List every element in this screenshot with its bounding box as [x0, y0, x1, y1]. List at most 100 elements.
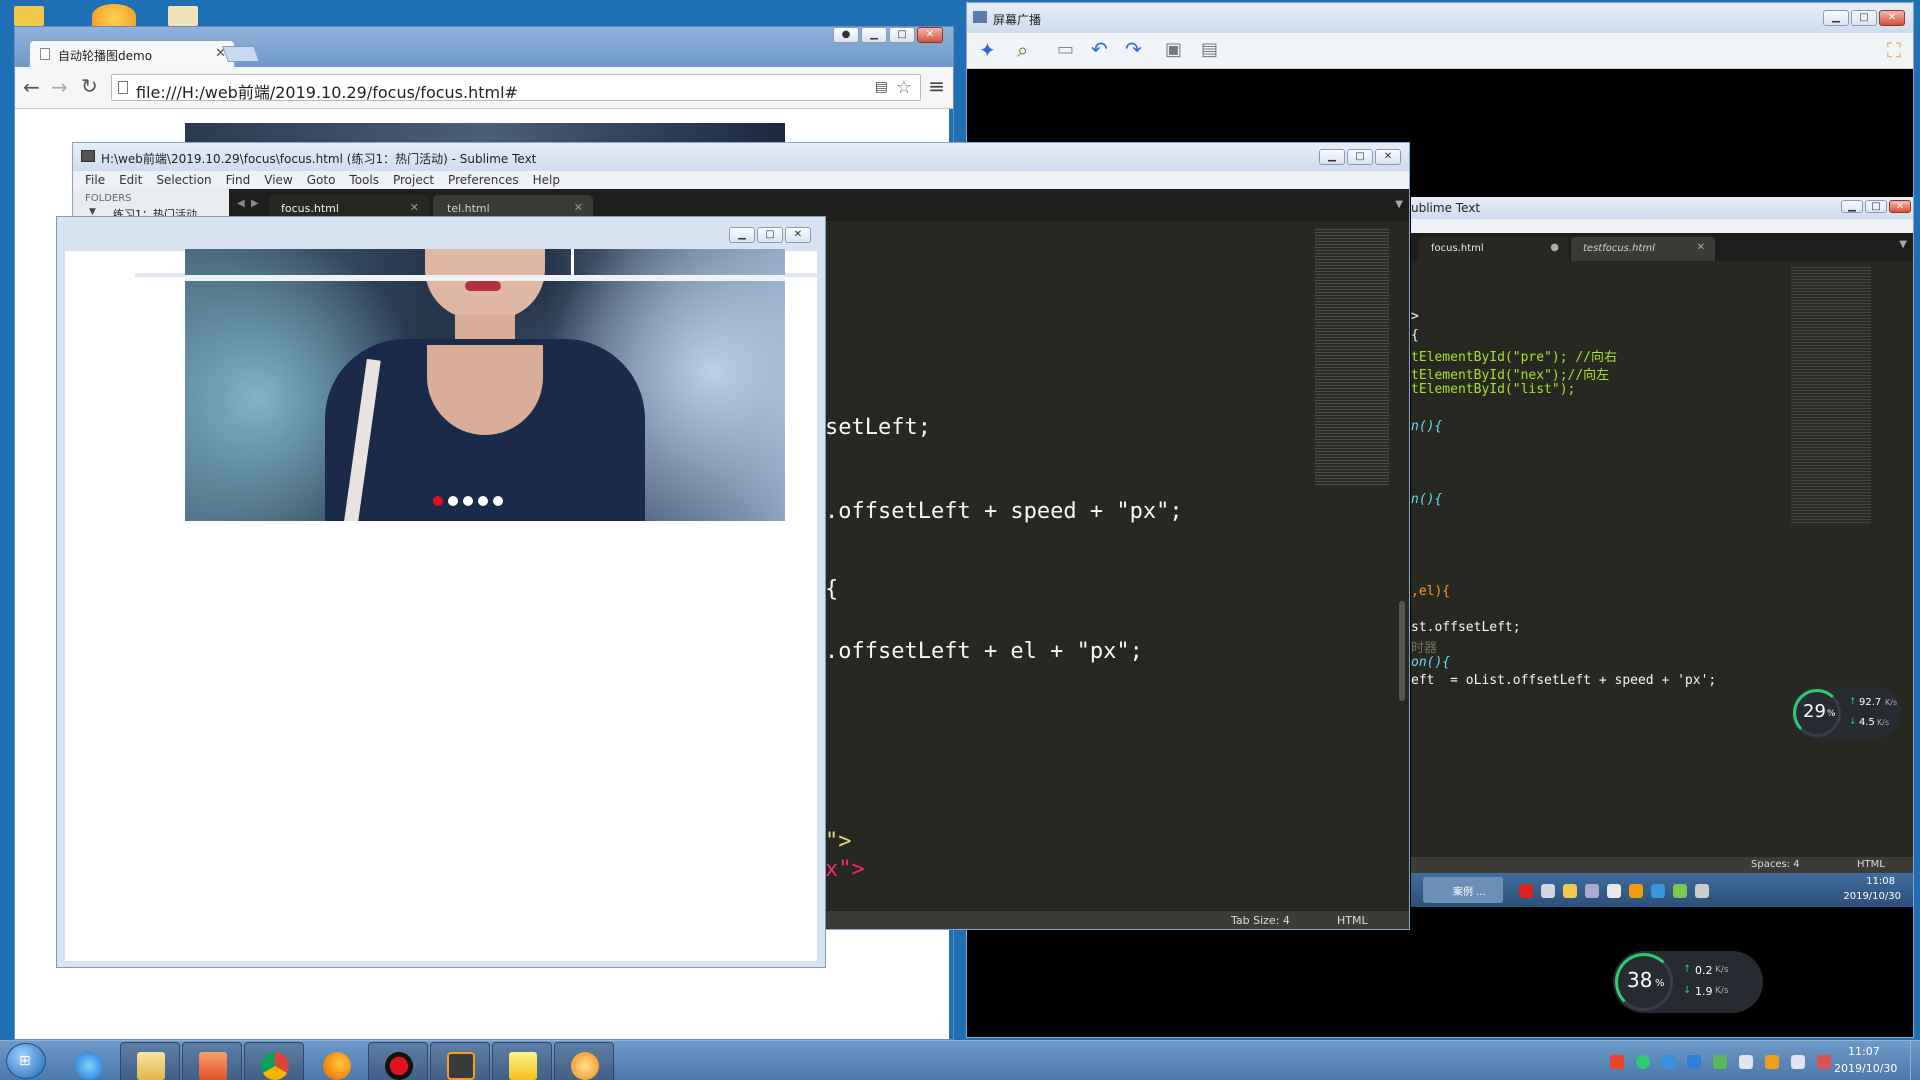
mirrored-tab-focus[interactable]: focus.html ● [1419, 237, 1569, 261]
close-button[interactable]: ✕ [1879, 10, 1905, 26]
app-tray-icon[interactable] [1764, 1054, 1779, 1069]
user-icon[interactable]: ● [833, 27, 859, 43]
taskbar-recorder[interactable] [368, 1042, 428, 1080]
volume-icon[interactable] [1790, 1054, 1805, 1069]
mirrored-tab-testfocus[interactable]: testfocus.html ✕ [1571, 237, 1715, 261]
netmon-large-down-unit: K/s [1715, 986, 1729, 996]
address-bar[interactable]: file:///H:/web前端/2019.10.29/focus/focus.… [111, 74, 921, 102]
star-icon[interactable]: ☆ [896, 77, 912, 98]
status-tab-size[interactable]: Tab Size: 4 [1231, 914, 1290, 927]
carousel-dot[interactable] [478, 496, 488, 506]
carousel[interactable] [185, 249, 785, 521]
screen-icon[interactable]: ▤ [1201, 39, 1218, 60]
taskbar-sublime[interactable] [430, 1042, 490, 1080]
carousel-dot[interactable] [493, 496, 503, 506]
taskbar-ie[interactable] [58, 1042, 118, 1080]
taskbar-chrome[interactable] [244, 1042, 304, 1080]
netmon-large[interactable]: 38 % ↑ 0.2 K/s ↓ 1.9 K/s [1613, 951, 1763, 1013]
mirrored-taskbar-item[interactable]: 案例 ... [1423, 877, 1503, 903]
menu-selection[interactable]: Selection [156, 171, 211, 189]
minimize-button[interactable]: ▁ [1841, 200, 1863, 213]
translate-icon[interactable]: ▤ [875, 79, 888, 95]
broadcast-app-icon [973, 11, 987, 23]
close-icon[interactable]: ✕ [1697, 242, 1705, 253]
carousel-dot[interactable] [448, 496, 458, 506]
taskbar-broadcast[interactable] [554, 1042, 614, 1080]
close-icon[interactable]: ✕ [410, 201, 419, 214]
menu-goto[interactable]: Goto [307, 171, 336, 189]
show-desktop-button[interactable] [1910, 1041, 1920, 1080]
broadcast-title: 屏幕广播 [993, 13, 1042, 27]
close-icon[interactable]: ✕ [574, 201, 583, 214]
status-syntax[interactable]: HTML [1857, 859, 1885, 870]
maximize-button[interactable]: □ [1865, 200, 1887, 213]
vertical-scrollbar[interactable] [1399, 601, 1405, 701]
pin-icon[interactable]: ✦ [979, 38, 996, 62]
menu-edit[interactable]: Edit [119, 171, 142, 189]
back-arrow-icon[interactable]: ← [23, 75, 40, 99]
bluetooth-icon[interactable] [1661, 1054, 1676, 1069]
minimap[interactable] [1315, 227, 1389, 487]
mirrored-code-area[interactable]: > { tElementById("pre"); //向右 tElementBy… [1411, 261, 1913, 861]
flag-icon[interactable] [1739, 1054, 1754, 1069]
status-spaces[interactable]: Spaces: 4 [1751, 859, 1800, 870]
fullscreen-icon[interactable]: ⛶ [1887, 38, 1901, 62]
shield-icon[interactable] [1687, 1054, 1702, 1069]
tab-dropdown-icon[interactable]: ▼ [1899, 239, 1907, 250]
network-icon[interactable] [1635, 1054, 1650, 1069]
mirrored-tray-icons [1515, 883, 1713, 898]
tab-scroll-left-icon[interactable]: ◀ [237, 198, 245, 209]
ime-icon[interactable] [1816, 1054, 1831, 1069]
maximize-button[interactable]: □ [1851, 10, 1877, 26]
taskbar-media[interactable] [182, 1042, 242, 1080]
clock-date[interactable]: 2019/10/30 [1834, 1062, 1897, 1075]
minimize-button[interactable]: ▁ [1319, 149, 1345, 165]
menu-tools[interactable]: Tools [349, 171, 379, 189]
close-button[interactable]: ✕ [1375, 149, 1401, 165]
maximize-button[interactable]: □ [757, 227, 783, 243]
menu-icon[interactable]: ≡ [928, 74, 945, 98]
menu-find[interactable]: Find [226, 171, 251, 189]
undo-icon[interactable]: ↶ [1091, 37, 1108, 61]
desktop-app-icon[interactable] [92, 4, 136, 28]
tab-scroll-right-icon[interactable]: ▶ [251, 198, 259, 209]
taskbar-explorer[interactable] [120, 1042, 180, 1080]
taskbar-help[interactable] [492, 1042, 552, 1080]
status-syntax[interactable]: HTML [1337, 914, 1368, 927]
taskbar-firefox[interactable] [306, 1042, 366, 1080]
carousel-dot[interactable] [433, 496, 443, 506]
camera-icon[interactable]: ▣ [1165, 39, 1182, 60]
sogou-icon[interactable] [1610, 1054, 1624, 1069]
zoom-icon[interactable]: ⌕ [1017, 38, 1028, 62]
minimap[interactable] [1791, 265, 1871, 525]
new-tab-button[interactable] [222, 46, 260, 62]
close-button[interactable]: ✕ [785, 227, 811, 243]
menu-file[interactable]: File [85, 171, 105, 189]
minimize-button[interactable]: ▁ [1823, 10, 1849, 26]
maximize-button[interactable]: □ [1347, 149, 1373, 165]
desktop-folder-icon-2[interactable] [168, 6, 198, 26]
carousel-dot[interactable] [463, 496, 473, 506]
broadcast-icon [571, 1052, 599, 1080]
reload-icon[interactable]: ↻ [81, 74, 98, 98]
start-button[interactable]: ⊞ [6, 1043, 46, 1079]
close-button[interactable]: ✕ [917, 27, 943, 43]
netmon-small[interactable]: 29 % ↑ 92.7 K/s ↓ 4.5 K/s [1791, 687, 1901, 739]
menu-view[interactable]: View [264, 171, 292, 189]
redo-icon[interactable]: ↷ [1125, 37, 1142, 61]
maximize-button[interactable]: □ [889, 27, 915, 43]
minimize-button[interactable]: ▁ [729, 227, 755, 243]
clock-time[interactable]: 11:07 [1848, 1045, 1880, 1058]
chrome-tab[interactable]: 自动轮播图demo ✕ [29, 40, 235, 67]
close-button[interactable]: ✕ [1889, 200, 1911, 213]
minimize-button[interactable]: ▁ [861, 27, 887, 43]
menu-project[interactable]: Project [393, 171, 434, 189]
monitor-icon[interactable]: ▭ [1057, 39, 1074, 60]
menu-help[interactable]: Help [533, 171, 560, 189]
code-line: { [1411, 328, 1419, 343]
desktop-folder-icon[interactable] [14, 6, 44, 26]
forward-arrow-icon[interactable]: → [51, 75, 68, 99]
tab-dropdown-icon[interactable]: ▼ [1395, 199, 1403, 210]
security-icon[interactable] [1713, 1054, 1728, 1069]
menu-preferences[interactable]: Preferences [448, 171, 519, 189]
